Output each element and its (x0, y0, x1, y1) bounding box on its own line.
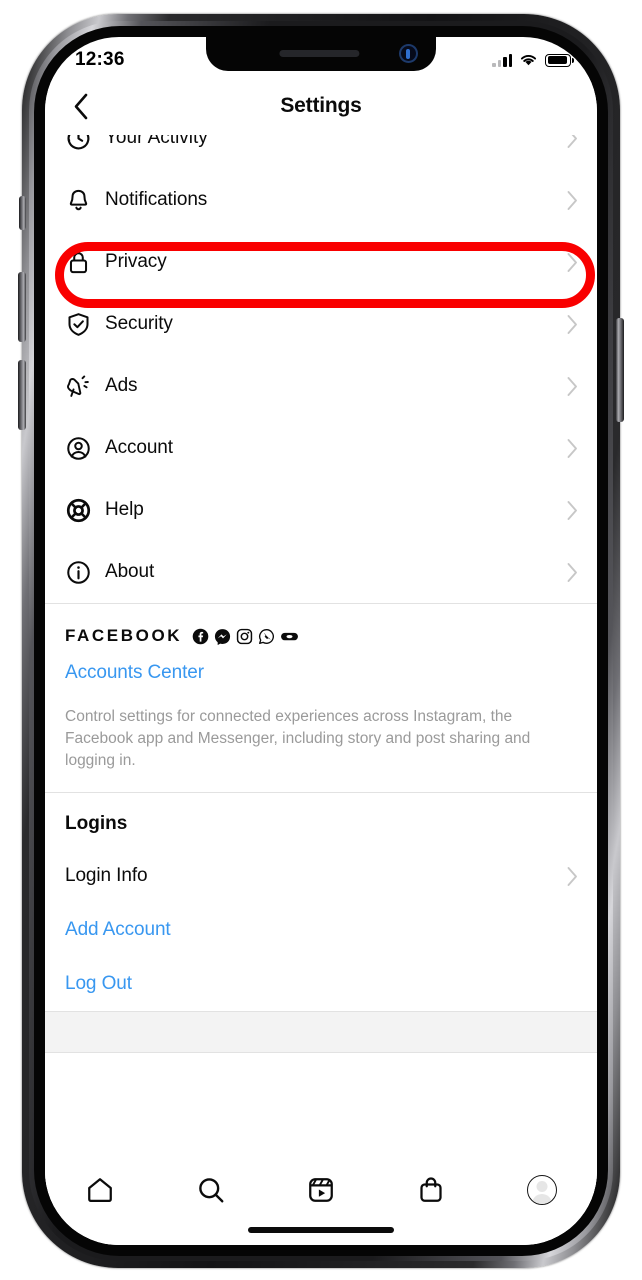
info-circle-icon (65, 559, 105, 586)
lock-icon (65, 249, 105, 276)
bottom-spacer (45, 1011, 597, 1053)
settings-row-label: Help (105, 499, 144, 520)
search-icon (198, 1178, 224, 1203)
chevron-right-icon (561, 314, 579, 335)
home-indicator (248, 1227, 394, 1233)
tab-shop[interactable] (399, 1167, 463, 1213)
facebook-heading-row: FACEBOOK (65, 626, 577, 646)
status-bar-indicators (492, 53, 574, 67)
settings-row-label: Notifications (105, 189, 208, 210)
chevron-right-icon (561, 562, 579, 583)
navigation-bar: Settings (45, 77, 597, 135)
chevron-left-icon (74, 93, 88, 119)
chevron-right-icon (561, 866, 579, 887)
settings-row-your-activity[interactable]: Your Activity (45, 135, 597, 169)
settings-row-label: Account (105, 437, 173, 458)
settings-row-ads[interactable]: Ads (45, 355, 597, 417)
tab-reels[interactable] (289, 1167, 353, 1213)
logins-row-label: Login Info (65, 865, 148, 886)
device-notch (206, 37, 436, 71)
whatsapp-icon (259, 628, 275, 644)
tab-search[interactable] (179, 1167, 243, 1213)
chevron-right-icon (561, 252, 579, 273)
front-camera-icon (401, 46, 416, 61)
settings-row-help[interactable]: Help (45, 479, 597, 541)
facebook-description: Control settings for connected experienc… (65, 708, 531, 769)
tab-home[interactable] (68, 1167, 132, 1213)
wifi-icon (520, 55, 537, 66)
screenshot-stage: 12:36 Settings Your Activity Notificatio… (0, 0, 642, 1280)
power-button[interactable] (616, 318, 624, 422)
shield-check-icon (65, 311, 105, 338)
lifebuoy-icon (65, 497, 105, 524)
accounts-center-link[interactable]: Accounts Center (65, 662, 577, 684)
chevron-right-icon (561, 135, 579, 149)
facebook-family-icons (192, 628, 299, 645)
mute-switch[interactable] (19, 196, 26, 230)
facebook-section: FACEBOOK Accounts Center Control setting… (45, 604, 597, 792)
page-title: Settings (280, 94, 362, 117)
megaphone-icon (65, 373, 105, 400)
status-bar-clock: 12:36 (75, 49, 125, 70)
volume-up-button[interactable] (18, 272, 26, 342)
logins-row-add-account[interactable]: Add Account (45, 903, 597, 957)
tab-profile[interactable] (510, 1167, 574, 1213)
settings-row-label: Security (105, 313, 173, 334)
chevron-right-icon (561, 190, 579, 211)
logins-row-label: Log Out (65, 973, 132, 994)
account-circle-icon (65, 435, 105, 462)
back-button[interactable] (63, 88, 99, 124)
settings-row-security[interactable]: Security (45, 293, 597, 355)
logins-row-label: Add Account (65, 919, 171, 940)
cellular-signal-icon (492, 53, 512, 67)
logins-section-title: Logins (65, 813, 128, 834)
phone-screen: 12:36 Settings Your Activity Notificatio… (45, 37, 597, 1245)
settings-row-label: Ads (105, 375, 138, 396)
earpiece-speaker-icon (279, 50, 360, 57)
reels-icon (309, 1178, 333, 1202)
shopping-bag-icon (420, 1177, 442, 1202)
settings-scroll-area[interactable]: Your Activity Notifications Privacy Secu… (45, 135, 597, 1245)
chevron-right-icon (561, 438, 579, 459)
settings-row-label: Privacy (105, 251, 167, 272)
profile-avatar-icon (526, 1175, 557, 1205)
settings-row-notifications[interactable]: Notifications (45, 169, 597, 231)
settings-row-label: About (105, 561, 155, 582)
activity-clock-icon (65, 135, 105, 152)
chevron-right-icon (561, 376, 579, 397)
chevron-right-icon (561, 500, 579, 521)
settings-row-about[interactable]: About (45, 541, 597, 603)
settings-row-label: Your Activity (105, 135, 208, 148)
oculus-icon (281, 632, 299, 640)
instagram-icon (236, 628, 253, 644)
bell-icon (65, 187, 105, 214)
home-icon (88, 1178, 113, 1202)
messenger-icon (215, 628, 231, 645)
volume-down-button[interactable] (18, 360, 26, 430)
settings-row-account[interactable]: Account (45, 417, 597, 479)
logins-row-login-info[interactable]: Login Info (45, 849, 597, 903)
battery-icon (545, 53, 574, 67)
facebook-icon (192, 628, 209, 644)
facebook-heading: FACEBOOK (65, 626, 183, 645)
logins-row-log-out[interactable]: Log Out (45, 957, 597, 1011)
settings-row-privacy[interactable]: Privacy (45, 231, 597, 293)
